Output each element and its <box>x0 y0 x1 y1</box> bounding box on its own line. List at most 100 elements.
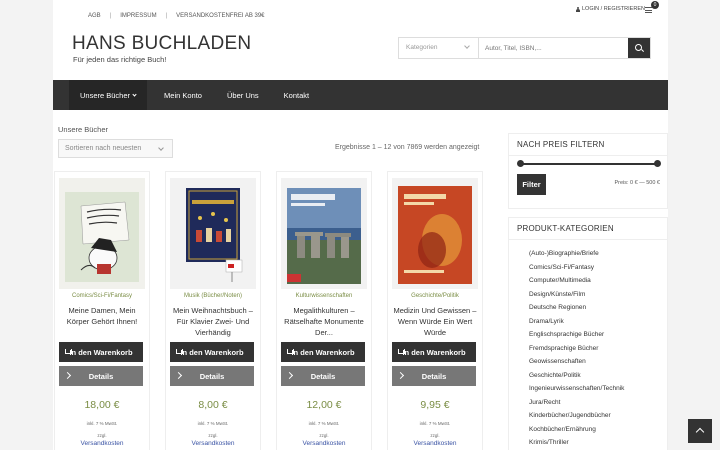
top-bar: AGB | IMPRESSUM | VERSANDKOSTENFREI AB 3… <box>53 0 668 30</box>
cart-count-badge: 0 <box>651 1 659 9</box>
product-title[interactable]: Medizin Und Gewissen – Wenn Würde Ein We… <box>390 305 480 338</box>
category-list: (Auto-)Biographie/Briefe Comics/Sci-Fi/F… <box>509 240 667 450</box>
category-select-label: Kategorien <box>406 44 438 51</box>
button-label: In den Warenkorb <box>180 347 244 357</box>
search-button[interactable] <box>628 38 650 58</box>
nav-item-mein-konto[interactable]: Mein Konto <box>147 80 202 110</box>
slider-max-handle[interactable] <box>654 160 661 167</box>
site-title[interactable]: HANS BUCHLADEN <box>72 33 251 55</box>
main-nav: Unsere Bücher Mein Konto Über Uns Kontak… <box>53 80 668 110</box>
button-label: In den Warenkorb <box>402 347 466 357</box>
tax-info: inkl. 7 % MwSt. <box>419 421 451 426</box>
category-link[interactable]: Deutsche Regionen <box>529 301 667 315</box>
share-icon <box>396 371 405 380</box>
price-range-text: Preis: 0 € — 500 € <box>614 180 660 186</box>
tax-info: inkl. 7 % MwSt. <box>308 421 340 426</box>
share-icon <box>63 371 72 380</box>
impressum-link[interactable]: IMPRESSUM <box>120 13 156 19</box>
price-slider[interactable] <box>517 160 661 167</box>
zzgl-label: zzgl. <box>208 433 218 438</box>
category-link[interactable]: Comics/Sci-Fi/Fantasy <box>529 261 667 275</box>
product-price: 12,00 € <box>306 399 342 411</box>
tax-info: inkl. 7 % MwSt. <box>86 421 118 426</box>
product-card: Geschichte/Politik Medizin Und Gewissen … <box>387 171 483 450</box>
button-label: Details <box>199 371 225 381</box>
chevron-down-icon <box>132 91 137 97</box>
widget-title: PRODUKT-KATEGORIEN <box>509 218 667 240</box>
details-button[interactable]: Details <box>59 366 143 386</box>
category-link[interactable]: Design/Künste/Film <box>529 288 667 302</box>
product-title[interactable]: Meine Damen, Mein Körper Gehört Ihnen! <box>57 305 147 327</box>
add-to-cart-button[interactable]: In den Warenkorb <box>281 342 365 362</box>
login-label: LOGIN / REGISTRIEREN <box>582 6 645 12</box>
product-price: 8,00 € <box>198 399 228 411</box>
product-image[interactable] <box>170 178 256 289</box>
product-card: Musik (Bücher/Noten) Mein Weihnachtsbuch… <box>165 171 261 450</box>
sort-select[interactable]: Sortieren nach neuesten <box>58 139 173 158</box>
category-link[interactable]: Fremdsprachige Bücher <box>529 342 667 356</box>
product-card: Kulturwissenschaften Megalithkulturen – … <box>276 171 372 450</box>
widget-title: NACH PREIS FILTERN <box>509 134 667 156</box>
button-label: Details <box>310 371 336 381</box>
category-link[interactable]: Englischsprachige Bücher <box>529 328 667 342</box>
site-tagline: Für jeden das richtige Buch! <box>73 55 167 64</box>
nav-item-label: Unsere Bücher <box>80 90 131 100</box>
category-link[interactable]: Jura/Recht <box>529 396 667 410</box>
shipping-link[interactable]: Versandkosten <box>277 440 371 447</box>
filter-button[interactable]: Filter <box>517 174 546 195</box>
cart-icon <box>645 7 652 13</box>
shipping-info-link[interactable]: VERSANDKOSTENFREI AB 39€ <box>176 13 264 19</box>
details-button[interactable]: Details <box>281 366 365 386</box>
product-title[interactable]: Megalithkulturen – Rätselhafte Monumente… <box>279 305 369 338</box>
add-to-cart-button[interactable]: In den Warenkorb <box>170 342 254 362</box>
product-image[interactable] <box>392 178 478 289</box>
product-price: 9,95 € <box>420 399 450 411</box>
product-price: 18,00 € <box>84 399 120 411</box>
nav-item-kontakt[interactable]: Kontakt <box>259 80 309 110</box>
search-bar: Kategorien <box>398 37 651 59</box>
button-label: Details <box>421 371 447 381</box>
details-button[interactable]: Details <box>392 366 476 386</box>
product-category[interactable]: Geschichte/Politik <box>388 293 482 299</box>
shipping-link[interactable]: Versandkosten <box>388 440 482 447</box>
product-category[interactable]: Comics/Sci-Fi/Fantasy <box>55 293 149 299</box>
product-category[interactable]: Musik (Bücher/Noten) <box>166 293 260 299</box>
shipping-link[interactable]: Versandkosten <box>55 440 149 447</box>
add-to-cart-button[interactable]: In den Warenkorb <box>59 342 143 362</box>
separator: | <box>165 13 168 19</box>
add-to-cart-button[interactable]: In den Warenkorb <box>392 342 476 362</box>
chevron-down-icon <box>464 43 470 49</box>
button-label: Details <box>88 371 114 381</box>
category-select[interactable]: Kategorien <box>399 38 479 58</box>
zzgl-label: zzgl. <box>319 433 329 438</box>
top-links: AGB | IMPRESSUM | VERSANDKOSTENFREI AB 3… <box>88 13 265 19</box>
category-link[interactable]: Kinderbücher/Jugendbücher <box>529 409 667 423</box>
details-button[interactable]: Details <box>170 366 254 386</box>
category-link[interactable]: Ingenieurwissenschaften/Technik <box>529 382 667 396</box>
category-link[interactable]: Geschichte/Politik <box>529 369 667 383</box>
category-link[interactable]: Kochbücher/Ernährung <box>529 423 667 437</box>
share-icon <box>174 371 183 380</box>
nav-item-ueber-uns[interactable]: Über Uns <box>202 80 259 110</box>
agb-link[interactable]: AGB <box>88 13 101 19</box>
shipping-link[interactable]: Versandkosten <box>166 440 260 447</box>
nav-item-label: Über Uns <box>226 90 259 100</box>
product-title[interactable]: Mein Weihnachtsbuch – Für Klavier Zwei- … <box>168 305 258 338</box>
result-count: Ergebnisse 1 – 12 von 7869 werden angeze… <box>335 144 480 151</box>
category-link[interactable]: Computer/Multimedia <box>529 274 667 288</box>
product-image[interactable] <box>281 178 367 289</box>
search-input[interactable] <box>479 38 628 58</box>
product-image[interactable] <box>59 178 145 289</box>
cart-icon <box>287 349 294 354</box>
page-title: Unsere Bücher <box>58 125 109 134</box>
category-link[interactable]: Geowissenschaften <box>529 355 667 369</box>
login-link[interactable]: LOGIN / REGISTRIEREN <box>575 6 645 12</box>
category-link[interactable]: (Auto-)Biographie/Briefe <box>529 247 667 261</box>
slider-min-handle[interactable] <box>517 160 524 167</box>
product-category[interactable]: Kulturwissenschaften <box>277 293 371 299</box>
cart-button[interactable]: 0 <box>645 1 659 14</box>
scroll-to-top-button[interactable] <box>688 419 712 443</box>
nav-item-unsere-buecher[interactable]: Unsere Bücher <box>69 80 148 110</box>
category-link[interactable]: Krimis/Thriller <box>529 436 667 450</box>
category-link[interactable]: Drama/Lyrik <box>529 315 667 329</box>
